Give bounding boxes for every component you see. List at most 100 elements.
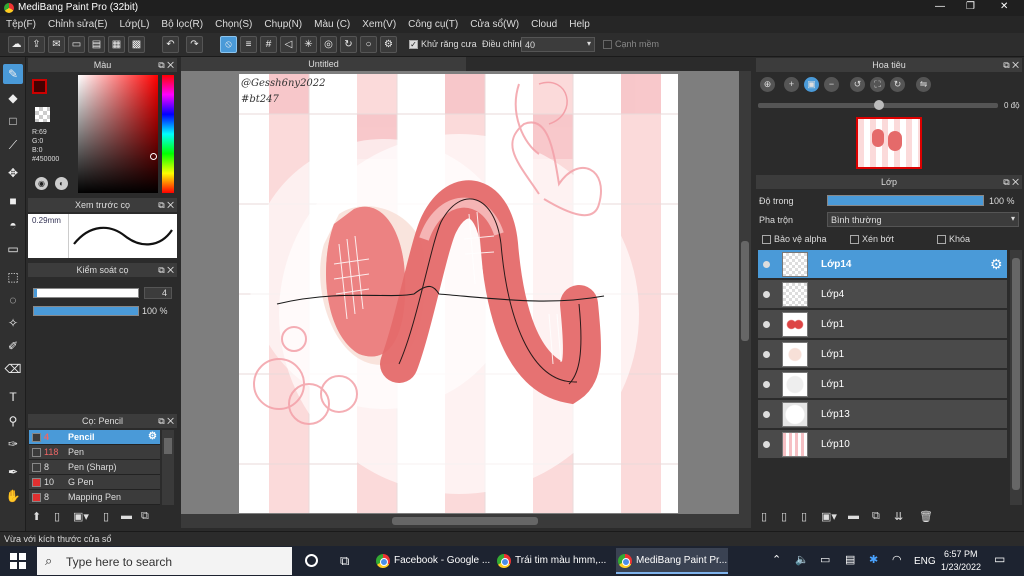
- menu-window[interactable]: Cửa sổ(W): [464, 16, 525, 30]
- snap-radial-icon[interactable]: ✳: [300, 36, 317, 53]
- layer-row-lop4[interactable]: Lớp4: [758, 280, 1007, 309]
- hand-tool-icon[interactable]: ✋: [3, 486, 23, 506]
- layer-row-lop1-a[interactable]: Lớp1: [758, 310, 1007, 339]
- cloud-icon[interactable]: ☁: [8, 36, 25, 53]
- brush-item-pen-sharp[interactable]: 8 Pen (Sharp): [29, 460, 160, 475]
- language-indicator[interactable]: ENG: [914, 556, 936, 567]
- grid2-icon[interactable]: ▦: [108, 36, 125, 53]
- volume-icon[interactable]: 🔈: [795, 553, 809, 566]
- gear-icon[interactable]: ⚙: [990, 256, 1003, 273]
- new-brush-icon[interactable]: ▯: [54, 510, 60, 523]
- brush-list-scrollbar[interactable]: [162, 430, 174, 505]
- magic-wand-tool-icon[interactable]: ✧: [3, 313, 23, 333]
- snap-vanish-icon[interactable]: ◁: [280, 36, 297, 53]
- panel-detach-icon[interactable]: ⧉ ✕: [158, 198, 174, 212]
- taskbar-app-traitim[interactable]: Trái tim màu hmm,...: [495, 548, 613, 574]
- brush-menu-icon[interactable]: ▣▾: [73, 510, 89, 523]
- panel-detach-icon[interactable]: ⧉ ✕: [1003, 175, 1019, 189]
- new-8bit-layer-icon[interactable]: ▯: [801, 510, 807, 523]
- menu-file[interactable]: Tệp(F): [0, 16, 42, 30]
- upload-icon[interactable]: ⇪: [28, 36, 45, 53]
- select-pen-tool-icon[interactable]: ✐: [3, 336, 23, 356]
- eraser-tool-icon[interactable]: ◆: [3, 88, 23, 108]
- panel-detach-icon[interactable]: ⧉ ✕: [158, 263, 174, 277]
- brush-item-pencil[interactable]: 4 Pencil ⚙: [29, 430, 160, 445]
- shape-tool-icon[interactable]: □: [3, 111, 23, 131]
- canvas-horizontal-scrollbar[interactable]: [181, 514, 751, 528]
- snap-parallel-icon[interactable]: ≡: [240, 36, 257, 53]
- tray-chevron-icon[interactable]: ⌃: [772, 553, 781, 566]
- layer-row-lop13[interactable]: Lớp13: [758, 400, 1007, 429]
- rotate-left-icon[interactable]: ↺: [850, 77, 865, 92]
- notification-icon[interactable]: ▭: [994, 552, 1005, 566]
- network-icon[interactable]: ▭: [820, 553, 830, 566]
- layer-row-lop1-c[interactable]: Lớp1: [758, 370, 1007, 399]
- cortana-icon[interactable]: [305, 554, 318, 567]
- antialias-checkbox[interactable]: ✓: [409, 40, 418, 49]
- menu-view[interactable]: Xem(V): [356, 16, 402, 30]
- menu-cloud[interactable]: Cloud: [525, 16, 563, 30]
- comment-icon[interactable]: ✉: [48, 36, 65, 53]
- taskbar-app-medibang[interactable]: MediBang Paint Pr...: [616, 548, 728, 574]
- navigator-preview[interactable]: [856, 117, 922, 169]
- visibility-icon[interactable]: [763, 261, 770, 268]
- lasso-tool-icon[interactable]: ◌: [3, 290, 23, 310]
- menu-select[interactable]: Chọn(S): [209, 16, 258, 30]
- fullscreen-icon[interactable]: ⛶: [870, 77, 885, 92]
- layer-row-lop1-b[interactable]: Lớp1: [758, 340, 1007, 369]
- adjust-dropdown[interactable]: 40 ▾: [521, 37, 595, 52]
- folder-icon[interactable]: ▬: [121, 510, 132, 522]
- bluetooth-icon[interactable]: ✱: [869, 553, 878, 566]
- visibility-icon[interactable]: [763, 351, 770, 358]
- select-tool-icon[interactable]: ⬚: [3, 267, 23, 287]
- snap-circle-icon[interactable]: ◎: [320, 36, 337, 53]
- layer-folder-icon[interactable]: ▬: [848, 510, 859, 522]
- transparent-swatch[interactable]: [35, 107, 50, 122]
- gradient-tool-icon[interactable]: ▭: [3, 239, 23, 259]
- wifi-icon[interactable]: ◠: [892, 553, 902, 566]
- rotation-slider[interactable]: [758, 100, 998, 110]
- navigator-zoom-in-icon[interactable]: ⊕: [760, 77, 775, 92]
- close-button[interactable]: ✕: [1000, 1, 1008, 12]
- fit-icon[interactable]: ▣: [804, 77, 819, 92]
- layer-row-lop10[interactable]: Lớp10: [758, 430, 1007, 459]
- canvas-tab[interactable]: Untitled: [181, 57, 466, 71]
- menu-tools[interactable]: Công cụ(T): [402, 16, 464, 30]
- visibility-icon[interactable]: [763, 381, 770, 388]
- select-eraser-tool-icon[interactable]: ⌫: [3, 359, 23, 379]
- smooth-checkbox[interactable]: [603, 40, 612, 49]
- new-layer-icon[interactable]: ▯: [761, 510, 767, 523]
- panel-detach-icon[interactable]: ⧉ ✕: [158, 414, 174, 428]
- duplicate-icon[interactable]: ⧉: [141, 510, 149, 523]
- taskbar-search-box[interactable]: ⌕ Type here to search: [37, 547, 292, 575]
- panel-detach-icon[interactable]: ⧉ ✕: [1003, 58, 1019, 72]
- sv-picker[interactable]: [78, 75, 158, 193]
- menu-edit[interactable]: Chỉnh sửa(E): [42, 16, 114, 30]
- visibility-icon[interactable]: [763, 411, 770, 418]
- delete-layer-icon[interactable]: 🗑: [919, 510, 933, 523]
- zoom-out-icon[interactable]: −: [824, 77, 839, 92]
- protect-alpha-checkbox[interactable]: [762, 235, 771, 244]
- taskbar-app-facebook[interactable]: Facebook - Google ...: [374, 548, 492, 574]
- task-view-icon[interactable]: ⧉: [340, 553, 349, 569]
- text-tool-icon[interactable]: T: [3, 387, 23, 407]
- layer-row-lop14[interactable]: Lớp14 ⚙: [758, 250, 1007, 279]
- canvas-artwork[interactable]: @Gessh6ny2022 #bt247: [239, 74, 678, 513]
- gear-icon[interactable]: ⚙: [148, 431, 157, 442]
- layers-scrollbar[interactable]: [1010, 250, 1022, 505]
- redo-icon[interactable]: ↷: [186, 36, 203, 53]
- rotate-right-icon[interactable]: ↻: [890, 77, 905, 92]
- copy-brush-icon[interactable]: ▯: [103, 510, 109, 523]
- grid-icon[interactable]: ▩: [128, 36, 145, 53]
- menu-help[interactable]: Help: [563, 16, 596, 30]
- flip-icon[interactable]: ⇋: [916, 77, 931, 92]
- layer-opacity-slider[interactable]: [827, 195, 984, 206]
- brush-opacity-slider[interactable]: [33, 306, 139, 316]
- brush-item-g-pen[interactable]: 10 G Pen: [29, 475, 160, 490]
- blend-mode-dropdown[interactable]: Bình thường ▾: [827, 212, 1019, 227]
- visibility-icon[interactable]: [763, 291, 770, 298]
- fill-rect-tool-icon[interactable]: ■: [3, 191, 23, 211]
- merge-layer-icon[interactable]: ⇊: [894, 510, 903, 523]
- canvas-vertical-scrollbar[interactable]: [739, 71, 751, 514]
- brush-tool-icon[interactable]: ✎: [3, 64, 23, 84]
